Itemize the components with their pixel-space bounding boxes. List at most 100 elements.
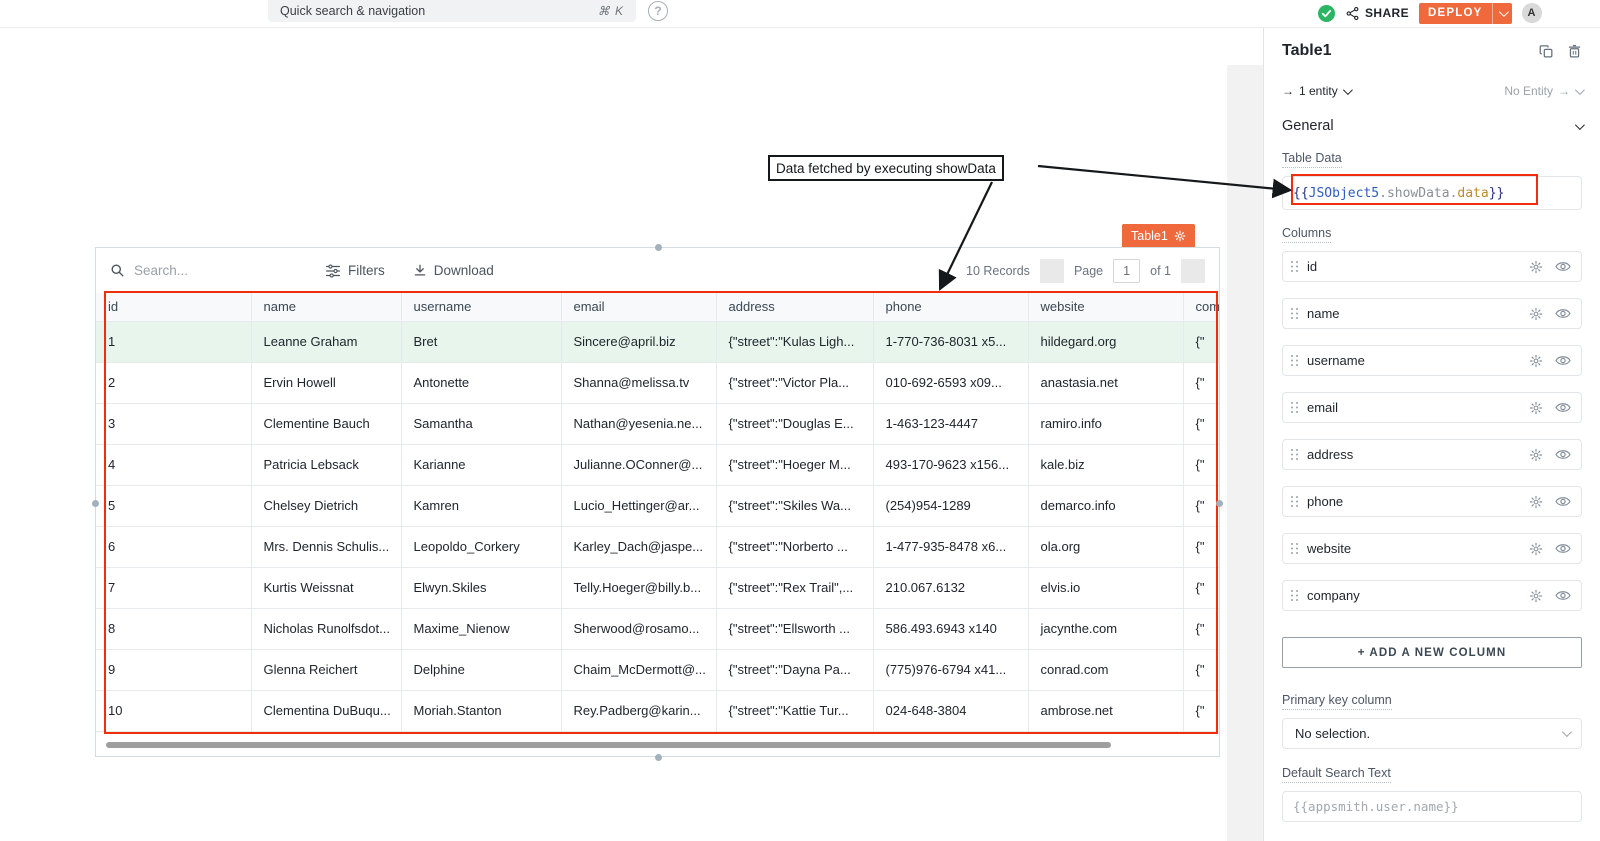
horizontal-scrollbar[interactable] — [106, 742, 1111, 748]
eye-icon[interactable] — [1555, 542, 1571, 555]
avatar[interactable]: A — [1522, 3, 1542, 23]
eye-icon[interactable] — [1555, 307, 1571, 320]
table-cell-address: {"street":"Rex Trail",... — [716, 567, 873, 608]
table-row[interactable]: 8Nicholas Runolfsdot...Maxime_NienowSher… — [96, 608, 1219, 649]
drag-handle-icon[interactable] — [1291, 308, 1298, 319]
incoming-entities-dropdown[interactable]: → 1 entity — [1282, 84, 1350, 98]
column-header-name[interactable]: name — [251, 293, 401, 321]
panel-column-item-company[interactable]: company — [1282, 580, 1582, 611]
table-cell-company: {" — [1183, 690, 1219, 731]
table-cell-name: Nicholas Runolfsdot... — [251, 608, 401, 649]
table-cell-id: 6 — [96, 526, 251, 567]
table-body: 1Leanne GrahamBretSincere@april.biz{"str… — [96, 321, 1219, 731]
gear-icon[interactable] — [1529, 307, 1543, 321]
copy-widget-icon[interactable] — [1539, 44, 1554, 59]
table-search-input[interactable]: Search... — [110, 263, 325, 278]
drag-handle-icon[interactable] — [1291, 402, 1298, 413]
panel-column-item-id[interactable]: id — [1282, 251, 1582, 282]
column-header-phone[interactable]: phone — [873, 293, 1028, 321]
eye-icon[interactable] — [1555, 260, 1571, 273]
add-column-button[interactable]: + ADD A NEW COLUMN — [1282, 637, 1582, 668]
panel-column-item-name[interactable]: name — [1282, 298, 1582, 329]
table-row[interactable]: 3Clementine BauchSamanthaNathan@yesenia.… — [96, 403, 1219, 444]
column-header-website[interactable]: website — [1028, 293, 1183, 321]
table-row[interactable]: 10Clementina DuBuqu...Moriah.StantonRey.… — [96, 690, 1219, 731]
resize-handle-top[interactable] — [655, 244, 662, 251]
table-cell-phone: (775)976-6794 x41... — [873, 649, 1028, 690]
delete-widget-icon[interactable] — [1567, 44, 1582, 59]
table-row[interactable]: 4Patricia LebsackKarianneJulianne.OConne… — [96, 444, 1219, 485]
resize-handle-left[interactable] — [92, 500, 99, 507]
table-row[interactable]: 7Kurtis WeissnatElwyn.SkilesTelly.Hoeger… — [96, 567, 1219, 608]
table-cell-website: elvis.io — [1028, 567, 1183, 608]
column-header-email[interactable]: email — [561, 293, 716, 321]
eye-icon[interactable] — [1555, 589, 1571, 602]
column-header-company[interactable]: company — [1183, 293, 1219, 321]
table-cell-website: ambrose.net — [1028, 690, 1183, 731]
resize-handle-bottom[interactable] — [655, 754, 662, 761]
filters-icon — [325, 264, 341, 278]
page-number-input[interactable] — [1113, 259, 1140, 283]
help-icon[interactable]: ? — [648, 1, 668, 21]
deploy-options-chevron[interactable] — [1492, 3, 1512, 24]
outgoing-entities-dropdown[interactable]: No Entity → — [1504, 84, 1582, 98]
drag-handle-icon[interactable] — [1291, 355, 1298, 366]
column-header-username[interactable]: username — [401, 293, 561, 321]
table-cell-id: 9 — [96, 649, 251, 690]
gear-icon[interactable] — [1529, 495, 1543, 509]
table-row[interactable]: 5Chelsey DietrichKamrenLucio_Hettinger@a… — [96, 485, 1219, 526]
download-button[interactable]: Download — [413, 263, 494, 278]
next-page-button[interactable] — [1181, 259, 1205, 283]
share-button[interactable]: SHARE — [1345, 6, 1409, 21]
resize-handle-right[interactable] — [1216, 500, 1223, 507]
filters-label: Filters — [348, 263, 385, 278]
chevron-down-icon — [1498, 7, 1508, 17]
table-widget[interactable]: Search... Filters Download 10 Reco — [95, 247, 1220, 757]
panel-column-item-username[interactable]: username — [1282, 345, 1582, 376]
table-cell-website: hildegard.org — [1028, 321, 1183, 362]
eye-icon[interactable] — [1555, 495, 1571, 508]
drag-handle-icon[interactable] — [1291, 261, 1298, 272]
eye-icon[interactable] — [1555, 354, 1571, 367]
panel-column-item-email[interactable]: email — [1282, 392, 1582, 423]
gear-icon[interactable] — [1529, 542, 1543, 556]
general-section-toggle[interactable]: General — [1282, 118, 1582, 134]
drag-handle-icon[interactable] — [1291, 543, 1298, 554]
panel-column-item-address[interactable]: address — [1282, 439, 1582, 470]
table-row[interactable]: 6Mrs. Dennis Schulis...Leopoldo_CorkeryK… — [96, 526, 1219, 567]
page-label: Page — [1074, 264, 1103, 278]
table-cell-phone: 1-477-935-8478 x6... — [873, 526, 1028, 567]
gear-icon[interactable] — [1529, 354, 1543, 368]
table-cell-website: anastasia.net — [1028, 362, 1183, 403]
drag-handle-icon[interactable] — [1291, 496, 1298, 507]
table-row[interactable]: 1Leanne GrahamBretSincere@april.biz{"str… — [96, 321, 1219, 362]
table-cell-id: 3 — [96, 403, 251, 444]
table-cell-address: {"street":"Ellsworth ... — [716, 608, 873, 649]
table-data-input[interactable]: {{JSObject5.showData.data}} — [1282, 176, 1582, 210]
primary-key-select[interactable]: No selection. — [1282, 718, 1582, 749]
panel-column-item-phone[interactable]: phone — [1282, 486, 1582, 517]
table-row[interactable]: 9Glenna ReichertDelphineChaim_McDermott@… — [96, 649, 1219, 690]
drag-handle-icon[interactable] — [1291, 590, 1298, 601]
table-cell-email: Julianne.OConner@... — [561, 444, 716, 485]
gear-icon[interactable] — [1529, 448, 1543, 462]
pane-title: Table1 — [1282, 42, 1539, 60]
column-header-address[interactable]: address — [716, 293, 873, 321]
prev-page-button[interactable] — [1040, 259, 1064, 283]
drag-handle-icon[interactable] — [1291, 449, 1298, 460]
quick-search-input[interactable]: Quick search & navigation ⌘ K — [268, 0, 636, 22]
gear-icon[interactable] — [1529, 589, 1543, 603]
filters-button[interactable]: Filters — [325, 263, 385, 278]
panel-column-item-website[interactable]: website — [1282, 533, 1582, 564]
deploy-button[interactable]: DEPLOY — [1419, 3, 1512, 24]
table-row[interactable]: 2Ervin HowellAntonetteShanna@melissa.tv{… — [96, 362, 1219, 403]
table-cell-company: {" — [1183, 362, 1219, 403]
eye-icon[interactable] — [1555, 401, 1571, 414]
eye-icon[interactable] — [1555, 448, 1571, 461]
gear-icon[interactable] — [1529, 401, 1543, 415]
gear-icon[interactable] — [1529, 260, 1543, 274]
column-header-id[interactable]: id — [96, 293, 251, 321]
widget-settings-gear-icon[interactable] — [1174, 230, 1186, 242]
widget-name-tag[interactable]: Table1 — [1122, 224, 1195, 247]
default-search-input[interactable]: {{appsmith.user.name}} — [1282, 791, 1582, 822]
